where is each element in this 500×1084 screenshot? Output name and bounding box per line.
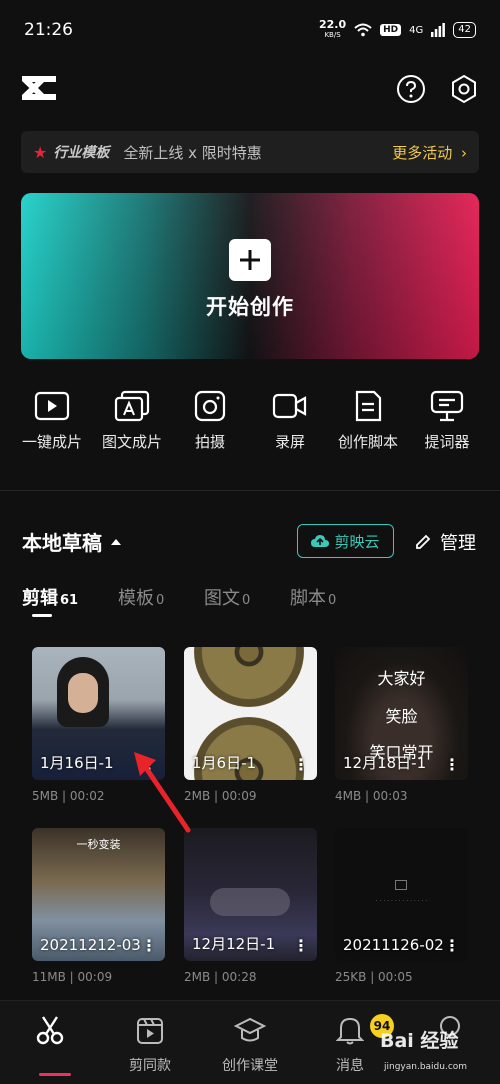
project-thumbnail[interactable]: · · · · · · · · · · · · · · 20211126-02 … xyxy=(335,828,468,961)
thumbnail-caption: 笑脸 xyxy=(385,707,418,726)
project-card[interactable]: 大家好 笑脸 笑口常开 12月18日-1 ⋮ 4MB | 00:03 xyxy=(335,647,468,803)
tab-edit[interactable]: 剪辑 61 xyxy=(22,584,78,610)
tool-screen-record[interactable]: 录屏 xyxy=(250,390,330,452)
star-icon: ★ xyxy=(33,142,48,162)
capcut-logo-icon xyxy=(22,76,56,100)
status-bar: 21:26 22.0 KB/S HD 4G 42 xyxy=(0,0,500,60)
promo-tag: 行业模板 xyxy=(53,145,110,161)
active-tab-indicator xyxy=(32,614,52,617)
record-screen-icon xyxy=(272,393,307,419)
bell-icon xyxy=(335,1017,365,1045)
local-drafts-title: 本地草稿 xyxy=(22,531,102,555)
baidu-watermark-url: jingyan.baidu.com xyxy=(384,1062,468,1072)
chevron-right-icon: › xyxy=(461,143,467,162)
status-time: 21:26 xyxy=(24,20,73,40)
capcut-cloud-button[interactable]: 剪映云 xyxy=(297,524,394,558)
cloud-upload-icon xyxy=(311,535,330,547)
wifi-icon xyxy=(354,23,372,37)
promo-banner[interactable]: ★ 行业模板 全新上线 x 限时特惠 更多活动 › xyxy=(21,131,479,173)
project-card[interactable]: 1月16日-1 ⋮ 5MB | 00:02 xyxy=(32,647,165,803)
more-options-icon[interactable]: ⋮ xyxy=(293,757,309,773)
project-thumbnail[interactable]: 12月12日-1 ⋮ xyxy=(184,828,317,961)
nav-edit[interactable] xyxy=(5,1015,95,1076)
network-type: 4G xyxy=(409,24,424,36)
edit-pencil-icon xyxy=(416,534,431,549)
script-icon xyxy=(355,390,382,422)
plus-icon xyxy=(229,239,271,281)
manage-button[interactable]: 管理 xyxy=(414,529,476,555)
settings-icon[interactable] xyxy=(448,73,480,105)
project-title: 1月6日-1 xyxy=(192,754,257,772)
more-activities-link[interactable]: 更多活动 › xyxy=(392,142,467,163)
project-thumbnail[interactable]: 1月6日-1 ⋮ xyxy=(184,647,317,780)
tool-shoot[interactable]: 拍摄 xyxy=(170,390,250,452)
start-creating-button[interactable]: 开始创作 xyxy=(21,193,479,359)
tool-one-click-video[interactable]: 一键成片 xyxy=(12,390,92,452)
start-creating-label: 开始创作 xyxy=(206,295,294,319)
help-icon[interactable] xyxy=(396,74,426,104)
project-thumbnail[interactable]: 1月16日-1 ⋮ xyxy=(32,647,165,780)
project-meta: 2MB | 00:28 xyxy=(184,970,257,984)
text-image-icon xyxy=(114,390,150,422)
tab-template[interactable]: 模板 0 xyxy=(118,584,164,610)
camera-icon xyxy=(194,390,226,422)
thumbnail-placeholder-text: · · · · · · · · · · · · · · xyxy=(375,898,428,905)
teleprompter-icon xyxy=(430,390,464,422)
play-icon xyxy=(34,391,70,421)
section-divider xyxy=(0,490,500,491)
signal-icon xyxy=(431,23,446,37)
project-thumbnail[interactable]: 大家好 笑脸 笑口常开 12月18日-1 ⋮ xyxy=(335,647,468,780)
more-options-icon[interactable]: ⋮ xyxy=(444,938,460,954)
nav-active-indicator xyxy=(39,1073,71,1076)
project-title: 20211126-02 xyxy=(343,936,444,954)
nav-templates[interactable]: 剪同款 xyxy=(105,1015,195,1075)
project-card[interactable]: 12月12日-1 ⋮ 2MB | 00:28 xyxy=(184,828,317,984)
project-meta: 4MB | 00:03 xyxy=(335,789,408,803)
project-thumbnail[interactable]: 一秒变装 20211212-03 ⋮ xyxy=(32,828,165,961)
tool-creative-script[interactable]: 创作脚本 xyxy=(328,390,408,452)
baidu-watermark: Bai 经验 xyxy=(380,1030,459,1052)
project-card[interactable]: · · · · · · · · · · · · · · 20211126-02 … xyxy=(335,828,468,984)
top-bar xyxy=(0,65,500,113)
graduation-cap-icon xyxy=(233,1017,267,1042)
project-title: 12月18日-1 xyxy=(343,754,427,772)
tool-teleprompter[interactable]: 提词器 xyxy=(407,390,487,452)
project-meta: 25KB | 00:05 xyxy=(335,970,413,984)
thumbnail-caption: 一秒变装 xyxy=(76,838,121,851)
status-icons: 22.0 KB/S HD 4G 42 xyxy=(318,18,476,40)
project-title: 12月12日-1 xyxy=(192,935,276,953)
record-icon xyxy=(395,880,407,890)
thumbnail-caption: 大家好 xyxy=(377,669,426,688)
more-options-icon[interactable]: ⋮ xyxy=(444,757,460,773)
project-meta: 11MB | 00:09 xyxy=(32,970,113,984)
project-card[interactable]: 一秒变装 20211212-03 ⋮ 11MB | 00:09 xyxy=(32,828,165,984)
project-title: 20211212-03 xyxy=(40,936,141,954)
quick-tools: 一键成片 图文成片 拍摄 录屏 创作脚本 提词器 xyxy=(0,390,500,470)
battery-indicator: 42 xyxy=(453,22,476,38)
caret-up-icon xyxy=(111,538,121,545)
coin-image xyxy=(194,647,304,707)
project-meta: 2MB | 00:09 xyxy=(184,789,257,803)
tab-script[interactable]: 脚本 0 xyxy=(290,584,336,610)
more-options-icon[interactable]: ⋮ xyxy=(293,938,309,954)
nav-creator-class[interactable]: 创作课堂 xyxy=(205,1015,295,1075)
more-options-icon[interactable]: ⋮ xyxy=(141,757,157,773)
project-card[interactable]: 1月6日-1 ⋮ 2MB | 00:09 xyxy=(184,647,317,803)
promo-text: 全新上线 x 限时特惠 xyxy=(123,143,262,162)
local-drafts-toggle[interactable]: 本地草稿 xyxy=(22,527,122,556)
project-meta: 5MB | 00:02 xyxy=(32,789,105,803)
scissors-icon xyxy=(36,1016,64,1045)
project-title: 1月16日-1 xyxy=(40,754,114,772)
tab-image-text[interactable]: 图文 0 xyxy=(204,584,250,610)
template-icon xyxy=(137,1018,163,1044)
tool-text-to-video[interactable]: 图文成片 xyxy=(92,390,172,452)
more-options-icon[interactable]: ⋮ xyxy=(141,938,157,954)
hd-badge: HD xyxy=(380,24,402,36)
network-speed: 22.0 KB/S xyxy=(318,18,347,39)
